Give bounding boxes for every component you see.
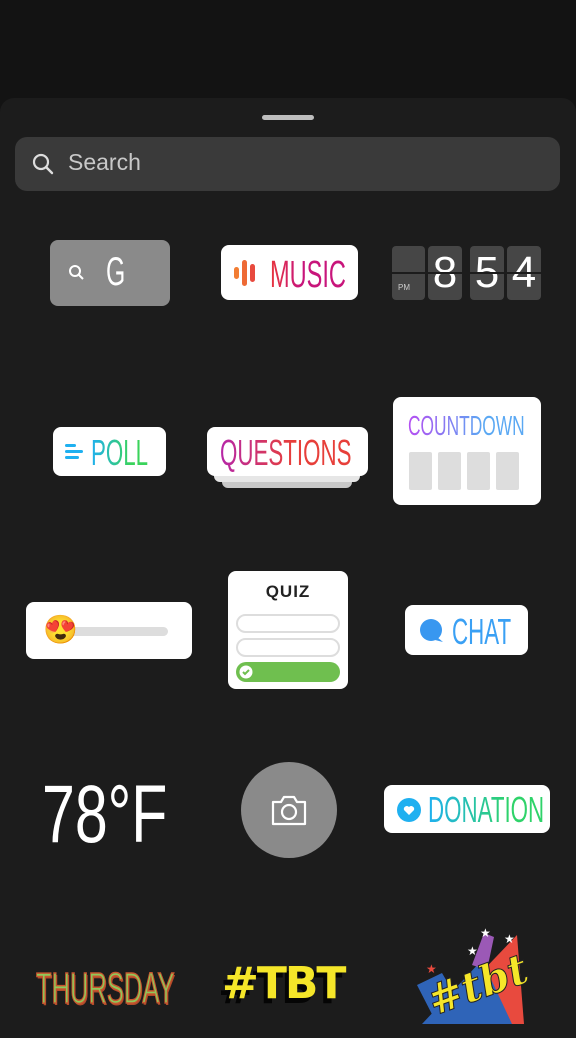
tbt-sticker[interactable]: #TBT xyxy=(222,958,346,1009)
slider-track xyxy=(66,627,168,636)
poll-label: POLL xyxy=(91,432,149,473)
thursday-sticker[interactable]: THURSDAY xyxy=(36,963,175,1014)
countdown-label: COUNTDOWN xyxy=(408,410,525,441)
svg-text:★: ★ xyxy=(467,944,478,958)
tbt-script-sticker[interactable]: ★ ★ ★ ★ #tbt xyxy=(412,925,535,1026)
donation-sticker[interactable]: DONATION xyxy=(384,785,550,833)
camera-icon xyxy=(271,795,307,826)
search-icon xyxy=(32,153,54,175)
chat-label: CHAT xyxy=(452,611,512,652)
drag-handle[interactable] xyxy=(262,115,314,120)
chat-sticker[interactable]: CHAT xyxy=(405,605,528,655)
quiz-label: QUIZ xyxy=(265,582,311,601)
poll-sticker[interactable]: POLL xyxy=(53,427,166,476)
heart-icon xyxy=(397,798,421,822)
svg-text:★: ★ xyxy=(504,932,515,946)
weather-sticker[interactable]: 78°F xyxy=(42,768,167,862)
donation-label: DONATION xyxy=(428,789,545,830)
music-sticker[interactable]: MUSIC xyxy=(221,245,358,300)
search-placeholder: Search xyxy=(68,149,141,175)
time-sticker[interactable]: PM 8 5 4 xyxy=(392,246,542,300)
countdown-sticker[interactable]: COUNTDOWN xyxy=(393,397,541,505)
music-bars-icon xyxy=(234,260,255,286)
questions-label: QUESTIONS xyxy=(220,432,352,473)
gif-letter: G xyxy=(106,250,126,294)
music-label: MUSIC xyxy=(270,254,346,296)
sticker-tray xyxy=(0,98,576,1038)
svg-text:★: ★ xyxy=(480,926,491,940)
chat-bubble-icon xyxy=(420,619,443,642)
search-input[interactable]: Search xyxy=(15,137,560,191)
poll-bars-icon xyxy=(65,444,83,459)
heart-eyes-emoji-icon: 😍 xyxy=(43,614,78,645)
emoji-slider-sticker[interactable]: 😍 xyxy=(26,602,192,659)
camera-sticker-button[interactable] xyxy=(241,762,337,858)
clock-ampm: PM xyxy=(398,283,410,292)
questions-sticker[interactable]: QUESTIONS xyxy=(207,427,368,476)
quiz-sticker[interactable]: QUIZ xyxy=(228,571,348,689)
gif-sticker[interactable]: G xyxy=(50,240,170,306)
check-icon xyxy=(239,665,253,679)
search-icon xyxy=(69,265,84,280)
